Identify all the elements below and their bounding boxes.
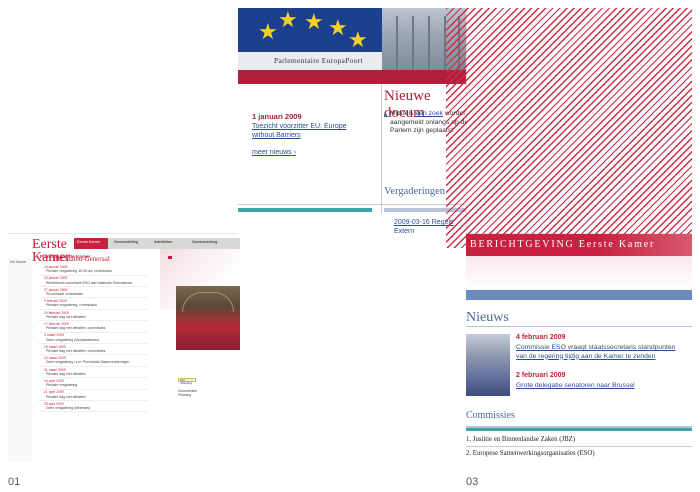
news-thumbnail (466, 334, 510, 396)
live-stream-label: Live uitzending (180, 379, 192, 385)
news-date: 2 februari 2009 (516, 372, 566, 379)
divider (466, 446, 692, 447)
page-header: BERICHTGEVING Eerste Kamer (466, 234, 692, 256)
list-divider (38, 411, 148, 413)
column-divider (381, 84, 382, 214)
screenshot-eerste-kamer-planning: Eerste Kamer der Staten-Generaal Eerste … (8, 234, 240, 462)
main-nav: Eerste Kamer Samenstelling Activiteiten … (74, 238, 240, 249)
more-news-link[interactable]: meer nieuws › (252, 149, 296, 156)
hatched-placeholder (446, 8, 692, 248)
print-icon[interactable] (168, 256, 172, 259)
page-title: Planning Eerste Kamer (40, 254, 91, 259)
planning-text: Geen vergadering (Meireces) (46, 406, 91, 410)
nav-item-samenstelling[interactable]: Samenstelling (114, 240, 138, 244)
divider (466, 326, 692, 327)
divider (238, 204, 466, 205)
planning-text: Plenaire vergadering 15.00 uur, commissi… (46, 269, 112, 274)
planning-text: Plenaire vergadering, commissies (46, 303, 97, 308)
committees-heading: Commissies (466, 410, 515, 421)
caption-03: 03 (466, 476, 479, 488)
side-links[interactable]: Documenten Planning (178, 389, 238, 397)
planning-text: Plenaire dag met debatten (46, 371, 86, 376)
site-title-bar: Parlementaire EuropaPoort (238, 52, 382, 70)
bullet-icon (384, 114, 387, 117)
header-band (466, 256, 692, 290)
sidebar (8, 258, 32, 462)
nav-item-eerste-kamer[interactable]: Eerste Kamer (77, 240, 100, 244)
planning-text: Plenaire dag met debatten (46, 314, 86, 319)
new-docs-link[interactable]: een zoek (415, 110, 443, 117)
screenshot-europapoort: ★ ★ ★ ★ ★ Parlementaire EuropaPoort 1 ja… (238, 8, 466, 234)
sidebar-label[interactable]: Uw Kamer (10, 260, 26, 264)
new-docs-prefix: Middels (390, 110, 414, 117)
nav-item-samenwerking[interactable]: Samenwerking (192, 240, 217, 244)
committee-item[interactable]: 1. Justitie en Binnenlandse Zaken (JBZ) (466, 436, 575, 443)
caption-01: 01 (8, 476, 21, 488)
planning-text: Plenaire dag met debatten, commissies (46, 349, 106, 353)
accent-bar (466, 428, 692, 431)
planning-text: Plenaire dag met debatten (46, 394, 86, 399)
site-title: Parlementaire EuropaPoort (274, 56, 363, 65)
nav-item-activiteiten[interactable]: Activiteiten (154, 240, 172, 244)
news-date: 4 februari 2009 (516, 334, 566, 341)
screenshot-berichtgeving: BERICHTGEVING Eerste Kamer Nieuws 4 febr… (466, 234, 692, 462)
nav-bar (466, 290, 692, 300)
planning-text: Werkbezoek commissie ESO aan Nationale O… (46, 280, 133, 285)
plenary-hall-photo (176, 286, 240, 350)
nav-bar (238, 70, 466, 84)
planning-text: Geen vergadering (Voorjaarsreces) (46, 337, 99, 342)
meetings-heading: Vergaderingen (384, 186, 446, 197)
news-link[interactable]: Commissie ESO vraagt staatssecretaris st… (516, 344, 692, 361)
planning-text: Plenaire vergadering (46, 383, 78, 388)
accent-bar (238, 208, 372, 212)
planning-text: Procedurele commissies (46, 292, 83, 296)
live-stream-button[interactable]: Live uitzending (178, 378, 196, 385)
planning-text: Plenaire dag met debatten, commissies (46, 326, 106, 331)
news-date: 1 januari 2009 (252, 112, 302, 121)
committee-item[interactable]: 2. Europese Samenwerkingsorganisaties (E… (466, 450, 595, 457)
news-heading: Nieuws (466, 310, 509, 325)
news-link[interactable]: Toezicht voorzitter EU: Europe without B… (252, 122, 362, 140)
news-link[interactable]: Grote delegatie senatoren naar Brussel (516, 382, 635, 389)
planning-text: Geen vergadering i.v.m. Provinciale Stat… (46, 360, 130, 365)
